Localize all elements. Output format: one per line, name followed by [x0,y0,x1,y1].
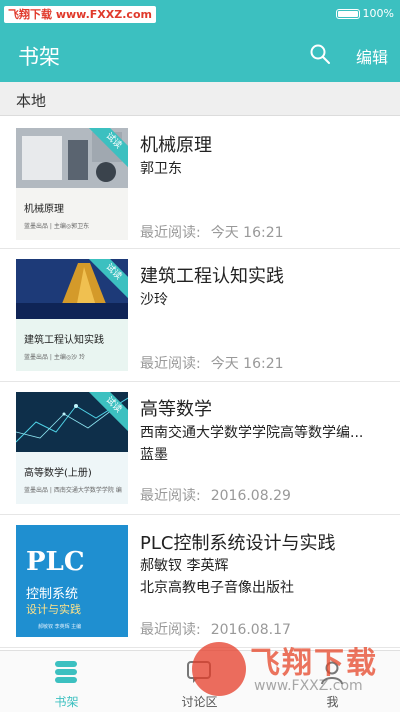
book-title: 机械原理 [140,135,212,156]
book-cover: 机械原理 蓝墨出品 | 主编◎郭卫东 试读 [16,128,128,240]
cover-title: 机械原理 [24,204,64,215]
book-item[interactable]: 高等数学(上册) 蓝墨出品 | 西南交通大学数学学院 编 试读 高等数学 西南交… [0,382,400,515]
book-author: 郭卫东 [140,161,182,177]
cover-subtitle: 控制系统 [26,587,79,602]
page-title: 书架 [18,45,60,69]
cover-publisher: 蓝墨出品 | 主编◎郭卫东 [24,223,90,230]
book-cover: 建筑工程认知实践 蓝墨出品 | 主编◎沙 玲 试读 [16,259,128,371]
book-title: 高等数学 [140,399,212,420]
book-item[interactable]: 建筑工程认知实践 蓝墨出品 | 主编◎沙 玲 试读 建筑工程认知实践 沙玲 最近… [0,249,400,382]
book-author: 西南交通大学数学学院高等数学编... [140,425,364,441]
battery-level: 100% [362,7,394,20]
cover-title: 高等数学(上册) [24,468,92,479]
last-read-time: 今天 16:21 [210,225,284,241]
tab-label: 书架 [54,695,79,709]
book-title: 建筑工程认知实践 [140,266,284,287]
watermark-mark [192,642,246,696]
book-cover: PLC 控制系统 设计与实践 郝敏钗 李英辉 主编 [16,525,128,637]
book-author: 沙玲 [140,292,168,308]
book-item[interactable]: 机械原理 蓝墨出品 | 主编◎郭卫东 试读 机械原理 郭卫东 最近阅读: 今天 1… [0,116,400,249]
search-icon[interactable] [309,43,331,65]
book-title: PLC控制系统设计与实践 [140,533,336,554]
book-publisher: 蓝墨 [140,447,168,463]
book-cover: 高等数学(上册) 蓝墨出品 | 西南交通大学数学学院 编 试读 [16,392,128,504]
last-read-label: 最近阅读: [140,356,201,372]
cover-title: 建筑工程认知实践 [24,335,104,346]
status-bar: 飞翔下载 www.FXXZ.com 100% [0,0,400,28]
book-item[interactable]: PLC 控制系统 设计与实践 郝敏钗 李英辉 主编 PLC控制系统设计与实践 郝… [0,515,400,648]
watermark-title: 飞翔下载 [250,646,378,681]
app-bar: 书架 编辑 [0,28,400,82]
last-read: 最近阅读: 今天 16:21 [140,353,284,373]
tab-bookshelf[interactable]: 书架 [0,651,133,713]
last-read-label: 最近阅读: [140,225,201,241]
watermark-logo: 飞翔下载 www.FXXZ.com [188,632,398,712]
book-author: 郝敏钗 李英辉 [140,558,229,574]
last-read: 最近阅读: 今天 16:21 [140,222,284,242]
cover-title: PLC [26,547,85,577]
section-header-local: 本地 [0,82,400,116]
cover-publisher: 郝敏钗 李英辉 主编 [38,624,82,630]
cover-subtitle: 设计与实践 [26,603,81,616]
last-read-time: 2016.08.29 [210,488,291,504]
book-publisher: 北京高教电子音像出版社 [140,580,294,596]
edit-button[interactable]: 编辑 [356,44,388,68]
section-label: 本地 [16,92,47,110]
watermark-url: www.FXXZ.com [254,678,363,694]
last-read: 最近阅读: 2016.08.29 [140,485,291,505]
cover-publisher: 蓝墨出品 | 西南交通大学数学学院 编 [24,487,122,494]
watermark-badge: 飞翔下载 www.FXXZ.com [4,6,156,23]
bookshelf-icon [55,661,77,683]
cover-publisher: 蓝墨出品 | 主编◎沙 玲 [24,354,85,361]
last-read-time: 今天 16:21 [210,356,284,372]
last-read-label: 最近阅读: [140,488,201,504]
battery-icon [336,9,360,19]
